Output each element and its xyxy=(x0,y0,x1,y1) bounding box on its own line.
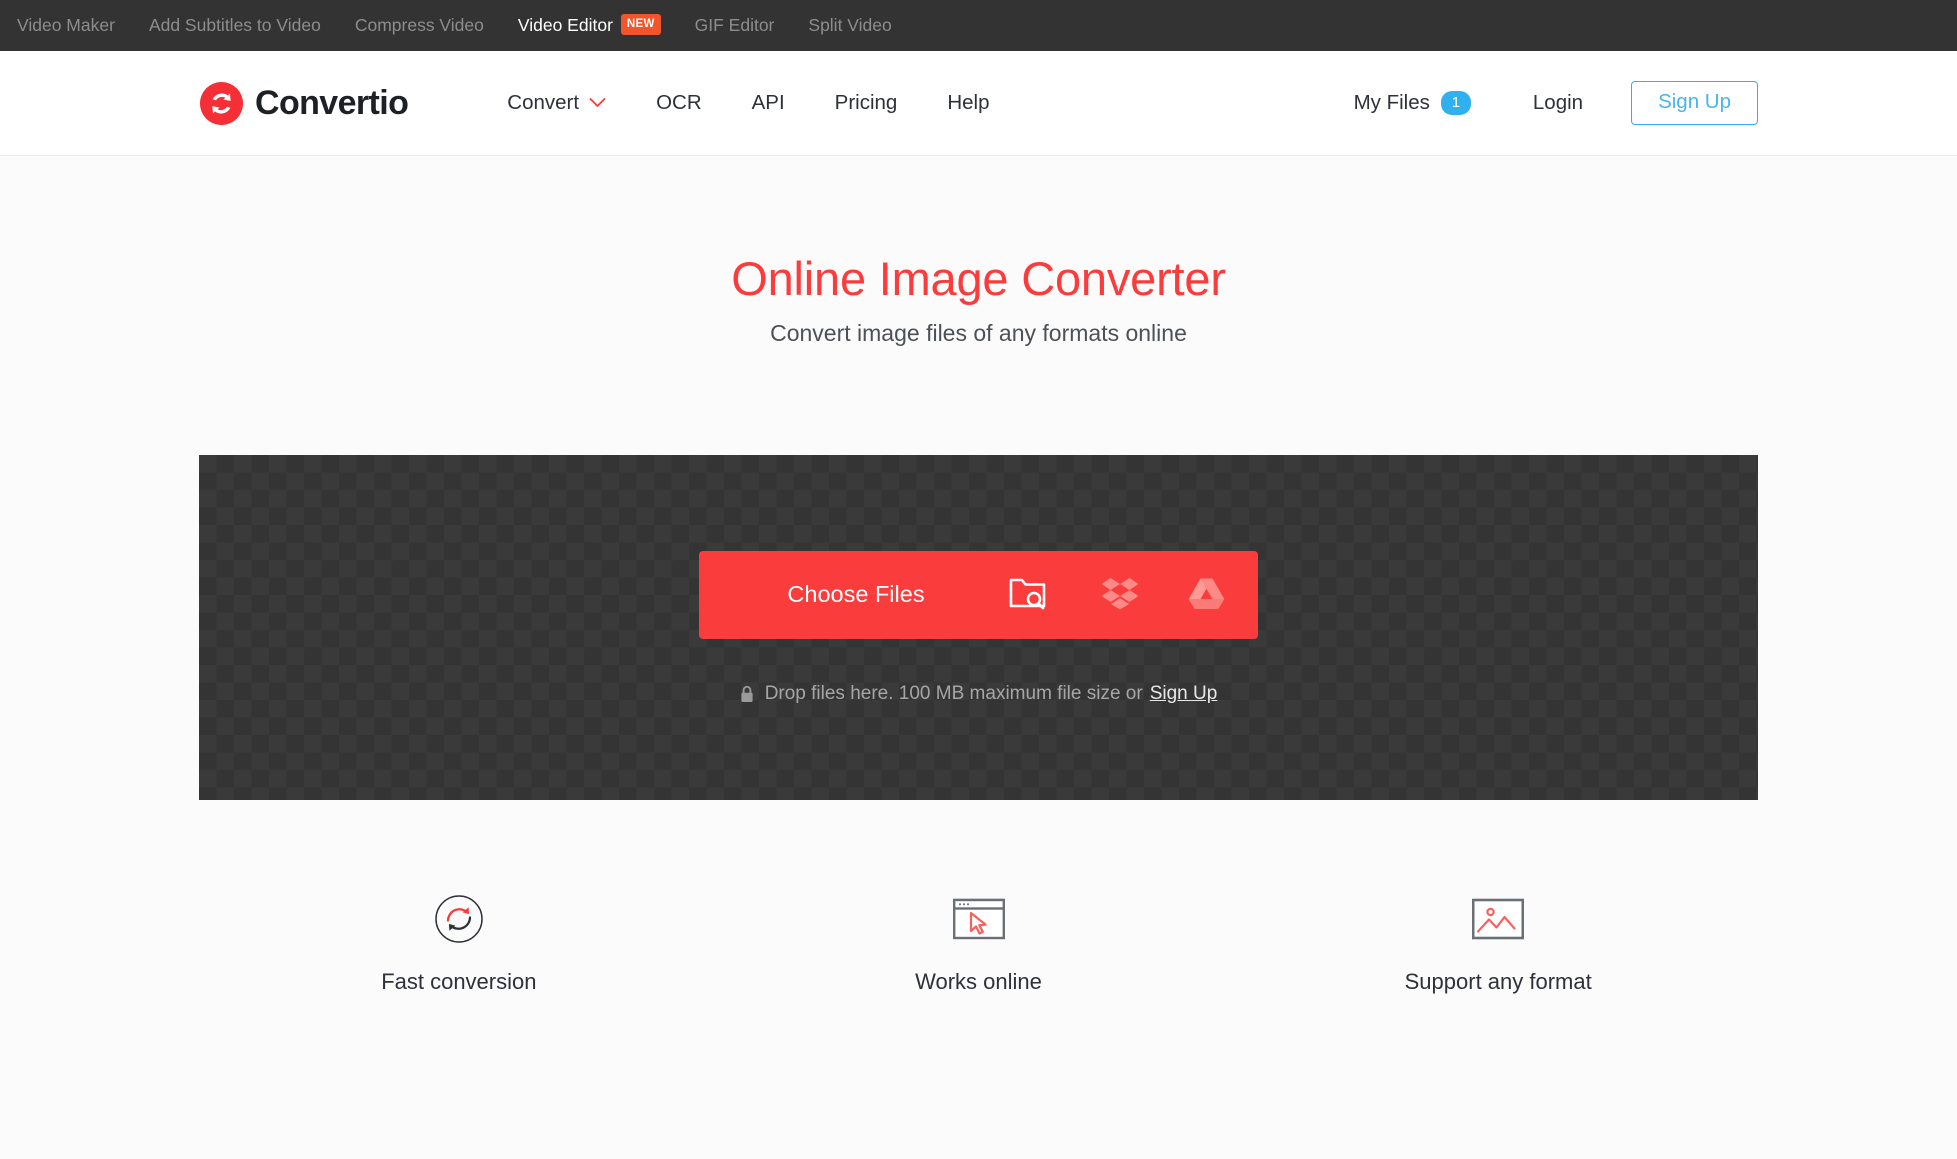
feature-fast-conversion: Fast conversion xyxy=(199,893,719,995)
my-files-count-badge: 1 xyxy=(1440,90,1471,115)
nav-item-label: Pricing xyxy=(834,91,898,114)
topbar-link-add-subtitles[interactable]: Add Subtitles to Video xyxy=(132,0,338,51)
dropzone-container: Choose Files Drop files here. 100 MB max… xyxy=(0,455,1957,801)
file-dropzone[interactable]: Choose Files Drop files here. 100 MB max… xyxy=(199,455,1758,801)
feature-support-any-format: Support any format xyxy=(1238,893,1758,995)
topbar-link-label: Add Subtitles to Video xyxy=(148,15,321,35)
convert-circular-arrows-icon xyxy=(199,81,244,126)
drop-hint-text: Drop files here. 100 MB maximum file siz… xyxy=(764,682,1143,704)
choose-from-dropbox-button[interactable] xyxy=(1074,551,1166,639)
feature-works-online: Works online xyxy=(719,893,1239,995)
topbar-link-label: Video Editor xyxy=(517,15,613,35)
header-actions: My Files 1 Login Sign Up xyxy=(1353,80,1758,126)
topbar-link-label: Split Video xyxy=(808,15,892,35)
nav-item-label: Convert xyxy=(507,91,580,114)
lock-icon xyxy=(740,685,754,703)
primary-nav: Convert OCR API Pricing Help xyxy=(482,91,1014,115)
topbar-link-video-maker[interactable]: Video Maker xyxy=(17,0,132,51)
topbar-link-label: GIF Editor xyxy=(694,15,775,35)
topbar-link-compress-video[interactable]: Compress Video xyxy=(338,0,501,51)
new-badge: NEW xyxy=(620,14,661,35)
nav-item-label: Help xyxy=(947,91,990,114)
refresh-circle-icon xyxy=(434,893,484,945)
nav-item-ocr[interactable]: OCR xyxy=(631,91,727,115)
image-picture-icon xyxy=(1472,893,1525,945)
topbar-link-video-editor[interactable]: Video Editor NEW xyxy=(501,0,678,51)
drop-hint: Drop files here. 100 MB maximum file siz… xyxy=(740,682,1218,705)
my-files-link[interactable]: My Files 1 xyxy=(1353,90,1471,115)
choose-from-google-drive-button[interactable] xyxy=(1166,551,1258,639)
nav-item-convert[interactable]: Convert xyxy=(482,91,631,115)
features-section: Fast conversion Works online Support any… xyxy=(0,893,1957,995)
drop-hint-signup-link[interactable]: Sign Up xyxy=(1150,683,1218,705)
site-logo[interactable]: Convertio xyxy=(199,81,409,126)
my-files-label: My Files xyxy=(1353,90,1430,114)
topbar-link-split-video[interactable]: Split Video xyxy=(791,0,908,51)
nav-item-label: API xyxy=(751,91,785,114)
feature-label: Works online xyxy=(915,969,1042,995)
folder-search-icon xyxy=(1009,576,1046,613)
hero-section: Online Image Converter Convert image fil… xyxy=(0,156,1957,347)
google-drive-icon xyxy=(1188,577,1225,613)
choose-from-computer-button[interactable] xyxy=(982,551,1074,639)
nav-item-api[interactable]: API xyxy=(727,91,810,115)
topbar-link-label: Video Maker xyxy=(17,15,115,35)
choose-files-bar: Choose Files xyxy=(699,550,1258,639)
dropbox-icon xyxy=(1101,576,1139,613)
page-subtitle: Convert image files of any formats onlin… xyxy=(770,320,1187,347)
nav-item-pricing[interactable]: Pricing xyxy=(810,91,923,115)
topbar-link-label: Compress Video xyxy=(354,15,484,35)
nav-item-help[interactable]: Help xyxy=(922,91,1014,115)
topbar-link-gif-editor[interactable]: GIF Editor xyxy=(678,0,792,51)
sign-up-button[interactable]: Sign Up xyxy=(1631,80,1758,126)
feature-label: Support any format xyxy=(1404,969,1592,995)
site-header: Convertio Convert OCR API Pricing Help M… xyxy=(0,51,1957,156)
secondary-nav-bar: Video Maker Add Subtitles to Video Compr… xyxy=(0,0,1957,51)
logo-text: Convertio xyxy=(255,83,409,122)
login-link[interactable]: Login xyxy=(1533,91,1583,115)
choose-files-button[interactable]: Choose Files xyxy=(699,551,981,639)
feature-label: Fast conversion xyxy=(381,969,537,995)
browser-cursor-icon xyxy=(952,893,1005,945)
chevron-down-icon xyxy=(589,90,606,114)
nav-item-label: OCR xyxy=(656,91,702,114)
page-title: Online Image Converter xyxy=(731,252,1226,305)
